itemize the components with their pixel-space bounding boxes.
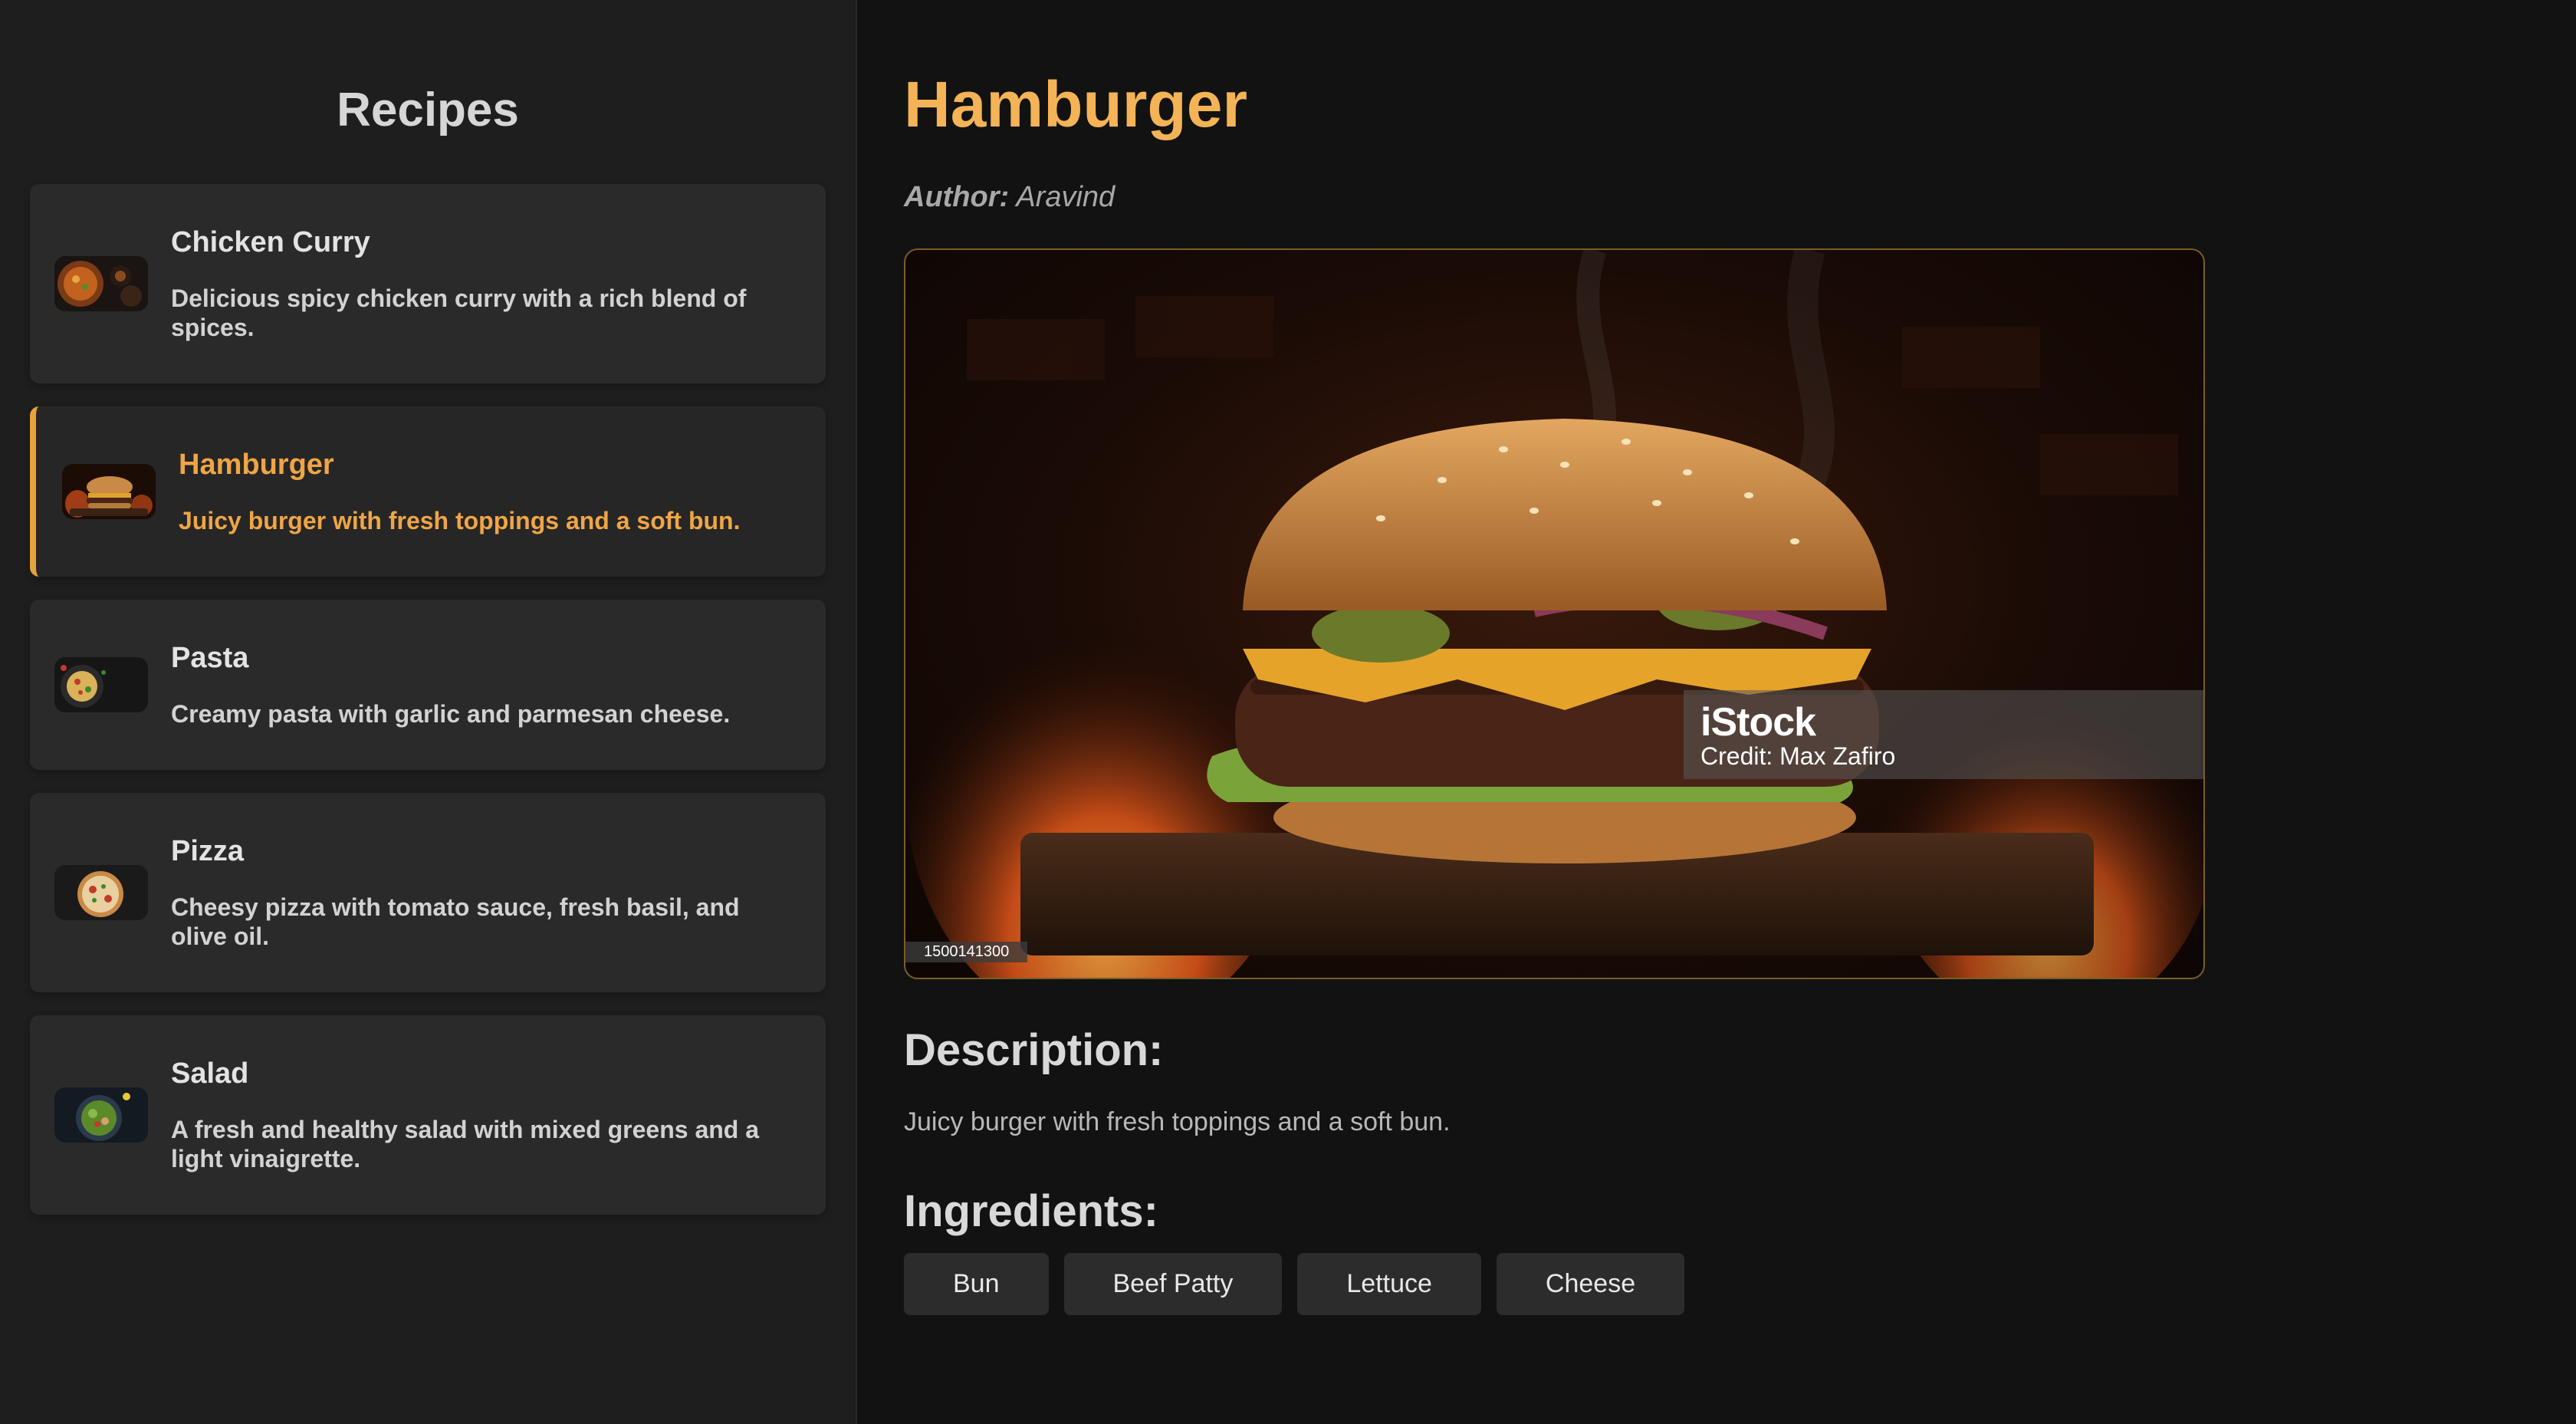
recipe-card-chicken-curry[interactable]: Chicken Curry Delicious spicy chicken cu… [30,184,826,383]
recipe-description: Creamy pasta with garlic and parmesan ch… [171,699,731,728]
author-line: Author: Aravind [904,181,1115,214]
ingredient-chip[interactable]: Lettuce [1297,1253,1481,1315]
recipe-card-salad[interactable]: Salad A fresh and healthy salad with mix… [30,1015,826,1215]
author-name: Aravind [1016,181,1116,213]
ingredient-chip[interactable]: Cheese [1496,1253,1685,1315]
recipe-name: Hamburger [179,448,334,481]
recipe-detail: Hamburger Author: Aravind iStock Credit:… [857,0,2576,1424]
app-root: Recipes Chicken Curry Delicious spicy ch… [0,0,2576,1424]
ingredient-chip[interactable]: Beef Patty [1063,1253,1283,1315]
description-text: Juicy burger with fresh toppings and a s… [904,1107,1451,1136]
ingredients-heading: Ingredients: [904,1186,1158,1236]
pasta-thumbnail [54,657,148,712]
recipe-card-pizza[interactable]: Pizza Cheesy pizza with tomato sauce, fr… [30,793,826,992]
recipe-description: Delicious spicy chicken curry with a ric… [171,284,747,341]
burger-thumbnail [62,464,156,519]
recipe-description: Cheesy pizza with tomato sauce, fresh ba… [171,893,740,950]
ingredient-chip[interactable]: Bun [904,1253,1049,1315]
recipe-sidebar: Recipes Chicken Curry Delicious spicy ch… [0,0,857,1424]
recipe-name: Chicken Curry [171,225,370,258]
ingredients-list: Bun Beef Patty Lettuce Cheese [904,1253,1685,1315]
recipe-card-hamburger[interactable]: Hamburger Juicy burger with fresh toppin… [30,406,826,577]
image-id-label: 1500141300 [905,942,1028,962]
burger-photo [905,250,2203,978]
sidebar-title: Recipes [337,84,519,136]
recipe-name: Salad [171,1057,249,1090]
curry-thumbnail [54,256,148,311]
pizza-thumbnail [54,865,148,920]
recipe-image: iStock Credit: Max Zafiro 1500141300 [904,248,2205,979]
image-watermark: iStock Credit: Max Zafiro [1684,690,2203,779]
recipe-card-pasta[interactable]: Pasta Creamy pasta with garlic and parme… [30,600,826,770]
recipe-name: Pasta [171,641,249,674]
recipe-description: Juicy burger with fresh toppings and a s… [179,506,741,534]
author-label: Author: [904,181,1010,213]
recipe-name: Pizza [171,834,245,867]
recipe-title: Hamburger [904,68,1248,140]
watermark-credit: Credit: Max Zafiro [1700,742,1896,770]
recipe-description: A fresh and healthy salad with mixed gre… [171,1115,760,1172]
watermark-brand: iStock [1700,700,1816,745]
salad-thumbnail [54,1087,148,1143]
description-heading: Description: [904,1025,1164,1075]
